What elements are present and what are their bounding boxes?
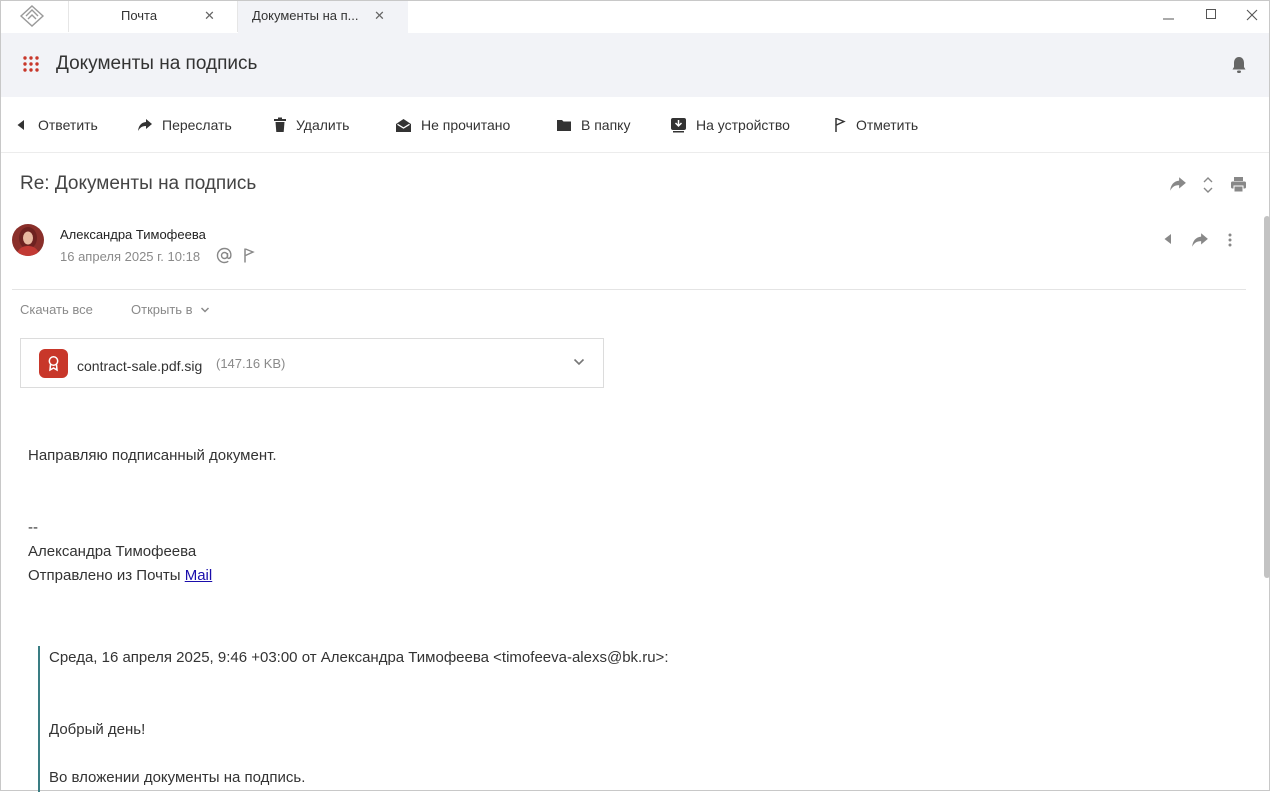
to-folder-label: В папку [581,117,631,133]
delete-label: Удалить [296,117,350,133]
reply-button[interactable]: Ответить [16,115,98,135]
to-device-label: На устройство [696,117,790,133]
move-to-folder-button[interactable]: В папку [556,115,630,135]
tab-mail-label: Почта [121,8,158,23]
message-toolbar: Ответить Переслать Удалить Не прочитано … [1,97,1269,153]
attachment-name: contract-sale.pdf.sig [77,358,203,374]
more-vertical-icon[interactable] [1226,232,1234,248]
message-subject: Re: Документы на подпись [20,173,257,194]
signature-file-icon [39,349,68,378]
quote-greeting: Добрый день! [49,721,146,738]
flag-icon [835,117,846,132]
open-in-dropdown[interactable]: Открыть в [131,302,210,317]
save-to-device-button[interactable]: На устройство [670,115,790,135]
quote-header: Среда, 16 апреля 2025, 9:46 +03:00 от Ал… [49,649,669,666]
quote-line: Во вложении документы на подпись. [49,769,306,786]
page-title: Документы на подпись [56,53,258,74]
download-all-link[interactable]: Скачать все [20,302,93,317]
forward-icon[interactable] [1191,232,1209,248]
tab-mail[interactable]: Почта ✕ [68,1,238,32]
page-header: Документы на подпись [1,33,1269,97]
message-date: 16 апреля 2025 г. 10:18 [60,249,201,264]
envelope-open-icon [396,118,411,132]
app-logo-icon[interactable] [19,5,45,27]
apps-grid-icon[interactable] [23,56,39,72]
minimize-icon[interactable] [1159,5,1179,25]
folder-icon [557,120,571,131]
forward-label: Переслать [162,117,232,133]
body-line: Направляю подписанный документ. [28,447,277,464]
signature-name: Александра Тимофеева [28,543,197,560]
title-bar: Почта ✕ Документы на п... ✕ [1,1,1269,33]
reply-label: Ответить [38,117,98,133]
tab-documents[interactable]: Документы на п... ✕ [238,1,408,33]
flag-button[interactable]: Отметить [834,115,918,135]
attachment-item[interactable]: contract-sale.pdf.sig (147.16 KB) [20,338,604,388]
chevron-down-icon [201,307,210,313]
expand-collapse-icon[interactable] [1202,176,1214,194]
signature-separator: -- [28,519,38,536]
divider [12,289,1246,290]
print-icon[interactable] [1230,176,1247,193]
at-sign-icon[interactable] [216,247,233,264]
quote-bar [38,646,40,792]
bell-icon[interactable] [1230,55,1248,75]
sent-from-line: Отправлено из Почты Mail [28,567,212,584]
download-icon [671,118,686,133]
mail-link[interactable]: Mail [185,567,213,584]
sent-from-text: Отправлено из Почты [28,567,185,584]
window-close-icon[interactable] [1242,5,1262,25]
tab-documents-label: Документы на п... [252,8,359,23]
forward-button[interactable]: Переслать [137,115,232,135]
forward-icon [138,119,152,131]
mark-unread-button[interactable]: Не прочитано [395,115,510,135]
attachment-size: (147.16 KB) [216,356,286,371]
open-in-label: Открыть в [131,302,193,317]
trash-icon [274,117,286,132]
avatar[interactable] [12,224,44,256]
chevron-down-icon[interactable] [572,357,586,367]
close-icon[interactable]: ✕ [374,8,385,24]
unread-label: Не прочитано [421,117,511,133]
delete-button[interactable]: Удалить [273,115,349,135]
flag-label: Отметить [856,117,919,133]
sender-name[interactable]: Александра Тимофеева [60,227,206,242]
close-icon[interactable]: ✕ [204,8,215,24]
scrollbar-thumb[interactable] [1264,216,1270,578]
reply-icon[interactable] [1163,232,1176,246]
maximize-icon[interactable] [1201,5,1221,25]
forward-icon[interactable] [1169,176,1187,192]
flag-icon[interactable] [243,247,256,264]
reply-icon [17,120,24,130]
